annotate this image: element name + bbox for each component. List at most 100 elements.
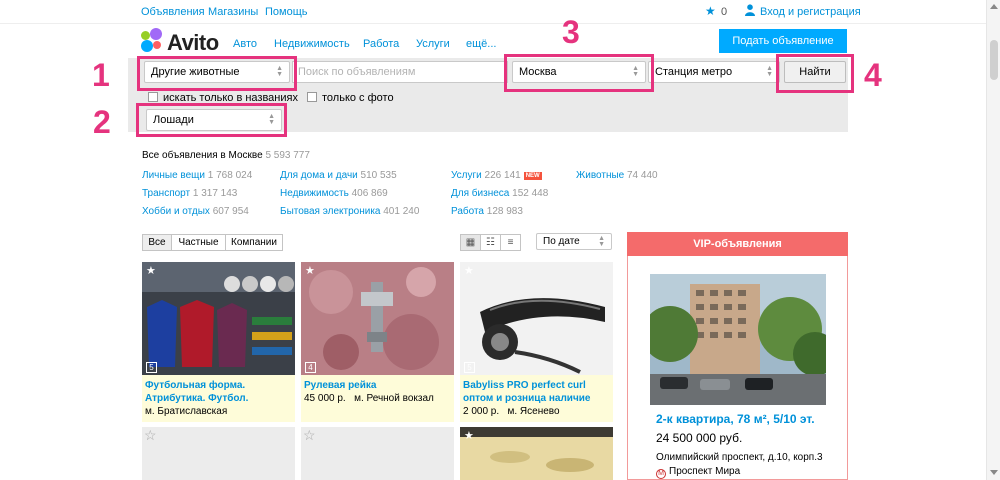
all-ads-title-text: Все объявления в Москве	[142, 150, 263, 161]
select-arrows-icon: ▲ ▼	[268, 113, 275, 126]
grid-view-icon[interactable]: ▦	[460, 234, 481, 251]
metro-icon: М	[656, 469, 666, 479]
category-link[interactable]: Животные 74 440	[576, 170, 658, 181]
list-view-icon[interactable]: ☷	[480, 234, 501, 251]
subcategory-select[interactable]: Лошади ▲ ▼	[146, 109, 282, 131]
category-link[interactable]: Для дома и дачи 510 535	[280, 170, 397, 181]
select-arrows-icon: ▲ ▼	[276, 65, 283, 78]
top-link-help[interactable]: Помощь	[265, 6, 308, 18]
scroll-up-icon[interactable]	[990, 4, 998, 9]
checkbox-icon[interactable]	[307, 92, 317, 102]
select-arrows-icon: ▲ ▼	[598, 235, 605, 248]
listing-photo[interactable]: ★ 4	[301, 262, 454, 375]
category-link[interactable]: Личные вещи 1 768 024	[142, 170, 252, 181]
metro-select[interactable]: Станция метро ▲ ▼	[648, 61, 780, 83]
listing-title[interactable]: Babyliss PRO perfect curl оптом и розниц…	[463, 379, 610, 405]
favorites-count: 0	[721, 6, 728, 18]
nav-realty[interactable]: Недвижимость	[274, 38, 350, 50]
logo-dot-red-icon	[153, 41, 161, 49]
metro-select-value: Станция метро	[655, 66, 733, 78]
scroll-down-icon[interactable]	[990, 470, 998, 475]
favorite-star-outline-icon[interactable]: ☆	[303, 427, 316, 444]
scrollbar[interactable]	[986, 0, 1000, 480]
listing-title[interactable]: Футбольная форма. Атрибутика. Футбол.	[145, 379, 292, 405]
find-button[interactable]: Найти	[784, 61, 846, 83]
listing-title[interactable]: Рулевая рейка	[304, 379, 451, 392]
all-ads-total: 5 593 777	[265, 150, 310, 161]
top-bar: Объявления Магазины Помощь ★ 0 Вход и ре…	[0, 0, 1000, 24]
listing-info: Рулевая рейка 45 000 р. м. Речной вокзал	[301, 375, 454, 422]
favorite-star-icon[interactable]: ★	[464, 429, 474, 442]
listing-price-metro: 45 000 р. м. Речной вокзал	[304, 392, 451, 405]
category-link[interactable]: Работа 128 983	[451, 206, 523, 217]
listing-info: Babyliss PRO perfect curl оптом и розниц…	[460, 375, 613, 422]
vip-block: VIP-объявления 2-к квартира, 78 м², 5/10…	[627, 232, 848, 480]
listing-metro: м. Речной вокзал	[354, 393, 434, 404]
vip-metro: М Проспект Мира	[656, 466, 740, 479]
logo-dot-purple-icon	[150, 28, 162, 40]
nav-auto[interactable]: Авто	[233, 38, 257, 50]
all-ads-title: Все объявления в Москве 5 593 777	[142, 150, 310, 161]
listing-placeholder[interactable]: ☆	[301, 427, 454, 480]
city-select-value: Москва	[519, 66, 557, 78]
titles-only-checkbox[interactable]: искать только в названиях	[148, 92, 298, 104]
vip-title[interactable]: 2-к квартира, 78 м², 5/10 эт.	[656, 412, 815, 426]
top-link-shops[interactable]: Магазины	[208, 6, 258, 18]
favorite-star-icon[interactable]: ★	[464, 264, 474, 277]
vip-photo[interactable]	[650, 274, 826, 405]
category-link[interactable]: Транспорт 1 317 143	[142, 188, 237, 199]
listing-price: 45 000 р.	[304, 393, 346, 404]
city-select[interactable]: Москва ▲ ▼	[512, 61, 646, 83]
select-arrows-icon: ▲ ▼	[632, 65, 639, 78]
login-link[interactable]: Вход и регистрация	[760, 6, 861, 18]
compact-view-icon[interactable]: ≡	[500, 234, 521, 251]
subcategory-select-value: Лошади	[153, 114, 194, 126]
listing-card[interactable]: ★ 5 Футбольная форма. Атрибутика. Футбол…	[142, 262, 295, 422]
listing-photo[interactable]: ★	[460, 427, 613, 480]
annotation-number-3: 3	[562, 14, 580, 50]
nav-more[interactable]: ещё...	[466, 38, 496, 50]
listing-placeholder[interactable]: ☆	[142, 427, 295, 480]
category-select[interactable]: Другие животные ▲ ▼	[144, 61, 290, 83]
category-link[interactable]: Хобби и отдых 607 954	[142, 206, 249, 217]
select-arrows-icon: ▲ ▼	[766, 65, 773, 78]
category-link[interactable]: Недвижимость 406 869	[280, 188, 388, 199]
category-link[interactable]: Для бизнеса 152 448	[451, 188, 548, 199]
nav-jobs[interactable]: Работа	[363, 38, 399, 50]
avito-logo[interactable]: Avito	[141, 28, 221, 56]
favorite-star-outline-icon[interactable]: ☆	[144, 427, 157, 444]
listing-metro: м. Ясенево	[507, 406, 560, 417]
annotation-number-1: 1	[92, 57, 110, 93]
favorite-star-icon[interactable]: ★	[146, 264, 156, 277]
filter-companies[interactable]: Компании	[225, 234, 283, 251]
star-icon[interactable]: ★	[705, 4, 716, 18]
titles-only-label: искать только в названиях	[163, 92, 298, 104]
vip-header: VIP-объявления	[627, 232, 848, 256]
filter-private[interactable]: Частные	[171, 234, 226, 251]
logo-dot-green-icon	[141, 31, 150, 40]
vip-metro-name: Проспект Мира	[669, 466, 741, 477]
listing-card[interactable]: ★ 5 Babyliss PRO perfect curl оптом и ро…	[460, 262, 613, 422]
nav-services[interactable]: Услуги	[416, 38, 450, 50]
category-select-value: Другие животные	[151, 66, 240, 78]
category-link[interactable]: Услуги 226 141 NEW	[451, 170, 542, 181]
listing-photo[interactable]: ★ 5	[142, 262, 295, 375]
photo-count: 5	[464, 362, 475, 373]
category-link[interactable]: Бытовая электроника 401 240	[280, 206, 419, 217]
top-link-ads[interactable]: Объявления	[141, 6, 205, 18]
post-ad-button[interactable]: Подать объявление	[719, 29, 847, 53]
sort-select[interactable]: По дате ▲ ▼	[536, 233, 612, 250]
scrollbar-thumb[interactable]	[990, 40, 998, 80]
photo-count: 4	[305, 362, 316, 373]
checkbox-icon[interactable]	[148, 92, 158, 102]
photo-only-checkbox[interactable]: только с фото	[307, 92, 394, 104]
vip-price: 24 500 000 руб.	[656, 431, 743, 445]
new-badge: NEW	[523, 172, 542, 180]
logo-text: Avito	[167, 30, 219, 55]
annotation-number-4: 4	[864, 57, 882, 93]
listing-card[interactable]: ★ 4 Рулевая рейка 45 000 р. м. Речной во…	[301, 262, 454, 422]
filter-all[interactable]: Все	[142, 234, 172, 251]
search-input[interactable]: Поиск по объявлениям	[292, 61, 508, 83]
favorite-star-icon[interactable]: ★	[305, 264, 315, 277]
listing-photo[interactable]: ★ 5	[460, 262, 613, 375]
